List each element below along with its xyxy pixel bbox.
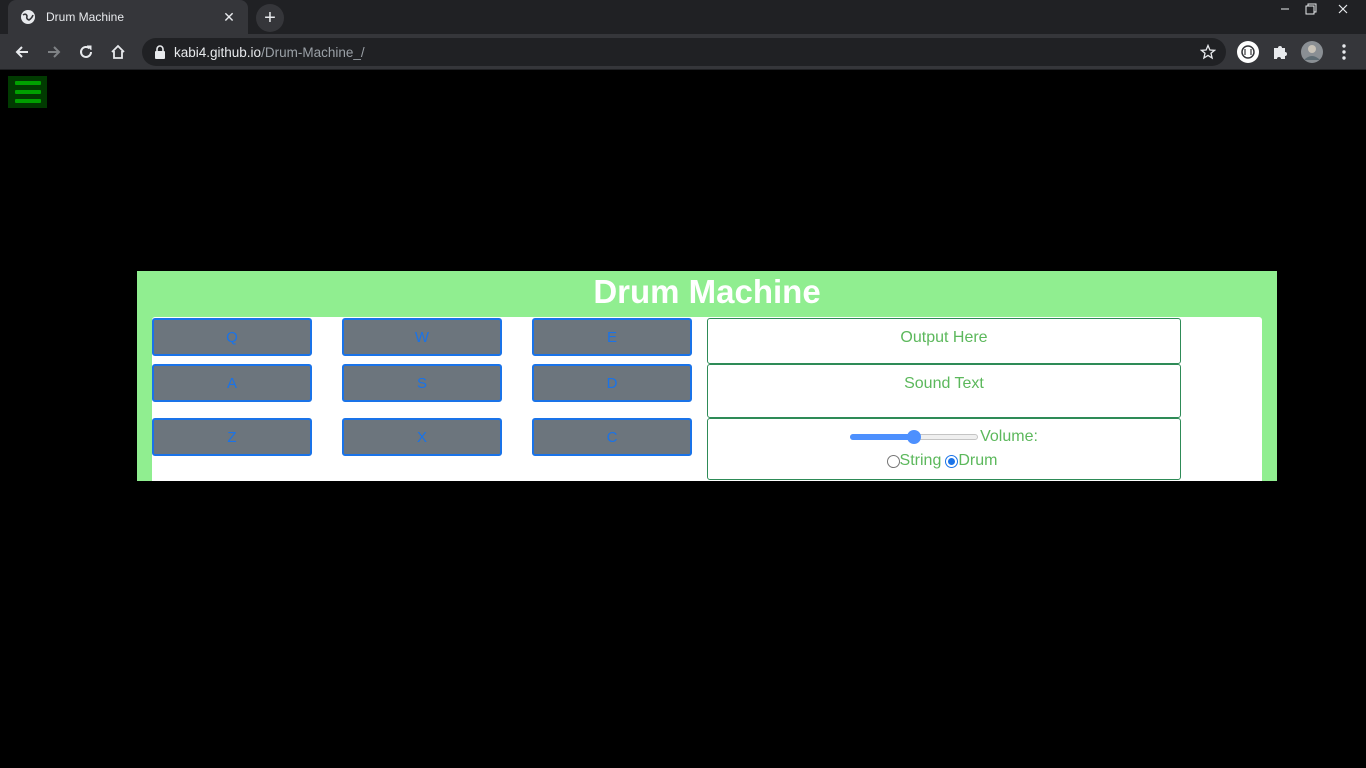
tab-close-icon[interactable]: ✕ bbox=[220, 9, 238, 26]
browser-tab[interactable]: Drum Machine ✕ bbox=[8, 0, 248, 34]
url-host: kabi4.github.io bbox=[174, 44, 262, 60]
drum-pad-a[interactable]: A bbox=[152, 364, 312, 402]
drum-pad-c[interactable]: C bbox=[532, 418, 692, 456]
string-radio[interactable] bbox=[886, 454, 900, 468]
app-title: Drum Machine bbox=[593, 273, 821, 310]
tab-title: Drum Machine bbox=[46, 10, 125, 24]
drum-machine-body: Q W E A S D Z X C Output Here Sound Text… bbox=[152, 317, 1262, 481]
string-radio-label: String bbox=[899, 452, 942, 469]
drum-pad-z[interactable]: Z bbox=[152, 418, 312, 456]
forward-icon[interactable] bbox=[40, 38, 68, 66]
controls-panel: Volume: String Drum bbox=[707, 418, 1181, 480]
volume-row: Volume: bbox=[708, 427, 1180, 447]
drum-pad-q[interactable]: Q bbox=[152, 318, 312, 356]
drum-radio[interactable] bbox=[945, 454, 959, 468]
output-display: Output Here bbox=[707, 318, 1181, 364]
back-icon[interactable] bbox=[8, 38, 36, 66]
volume-slider-fill bbox=[850, 434, 915, 440]
menu-kebab-icon[interactable] bbox=[1332, 40, 1356, 64]
drum-pad-w[interactable]: W bbox=[342, 318, 502, 356]
browser-toolbar: kabi4.github.io/Drum-Machine_/ bbox=[0, 34, 1366, 70]
hamburger-menu-icon[interactable] bbox=[8, 76, 47, 108]
globe-icon bbox=[20, 9, 36, 25]
window-close-icon[interactable] bbox=[1326, 0, 1360, 18]
restore-icon[interactable] bbox=[1296, 0, 1326, 18]
url-path: /Drum-Machine_/ bbox=[261, 44, 365, 60]
page-body: Drum Machine Q W E A S D Z X C Output He… bbox=[0, 71, 1366, 768]
volume-slider[interactable] bbox=[850, 427, 979, 447]
home-icon[interactable] bbox=[104, 38, 132, 66]
puzzle-icon[interactable] bbox=[1268, 40, 1292, 64]
drum-radio-label: Drum bbox=[958, 452, 998, 469]
address-bar[interactable]: kabi4.github.io/Drum-Machine_/ bbox=[142, 38, 1226, 66]
reload-icon[interactable] bbox=[72, 38, 100, 66]
volume-label: Volume: bbox=[980, 428, 1038, 445]
bookmark-star-icon[interactable] bbox=[1199, 43, 1217, 65]
sound-text-display: Sound Text bbox=[707, 364, 1181, 418]
drum-machine: Drum Machine Q W E A S D Z X C Output He… bbox=[137, 271, 1277, 481]
tab-strip: Drum Machine ✕ + bbox=[0, 0, 1366, 34]
volume-slider-thumb[interactable] bbox=[907, 430, 922, 444]
drum-pad-d[interactable]: D bbox=[532, 364, 692, 402]
drum-pad-x[interactable]: X bbox=[342, 418, 502, 456]
lock-icon bbox=[154, 45, 166, 59]
extension-circle-icon[interactable] bbox=[1236, 40, 1260, 64]
drum-pad-s[interactable]: S bbox=[342, 364, 502, 402]
mode-radio-group: String Drum bbox=[708, 452, 1180, 470]
profile-avatar[interactable] bbox=[1300, 40, 1324, 64]
drum-pad-e[interactable]: E bbox=[532, 318, 692, 356]
new-tab-button[interactable]: + bbox=[256, 4, 284, 32]
